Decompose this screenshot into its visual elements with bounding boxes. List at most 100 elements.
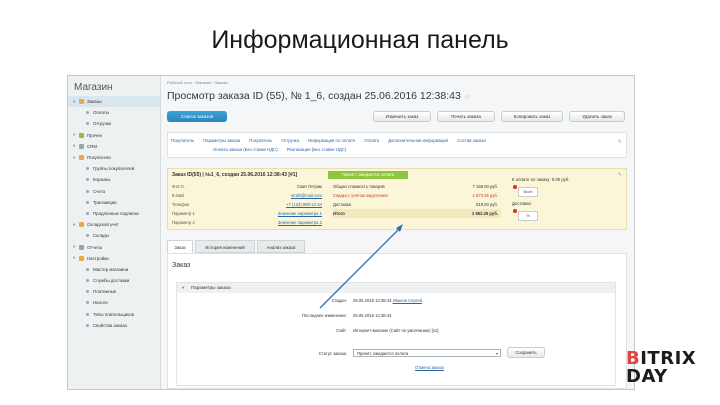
sidebar-item[interactable]: Отгрузки <box>68 118 160 129</box>
section-link[interactable]: Оплата <box>364 138 379 143</box>
section-links: Покупатель Параметры заказа Покупатель Отгр… <box>167 132 627 158</box>
sidebar-item[interactable]: Платежные <box>68 286 160 297</box>
slide-title: Информационная панель <box>211 26 509 54</box>
cancel-order-link[interactable]: Отмена заказа <box>415 365 444 370</box>
section-links-row-1: Покупатель Параметры заказа Покупатель Отгр… <box>171 138 495 143</box>
reports-icon <box>79 244 84 250</box>
sidebar-item-label: Прочее <box>87 132 103 138</box>
alert-dot-icon <box>513 185 517 189</box>
star-icon[interactable]: ☆ <box>464 92 471 101</box>
order-info-heading: Заказ ID(55) | №1_6, создан 25.06.2016 1… <box>172 172 298 178</box>
tab-order[interactable]: Заказ <box>167 240 193 253</box>
section-link[interactable]: Дополнительная информация <box>388 138 448 143</box>
sidebar-item[interactable]: ▾ Прочее <box>68 130 160 141</box>
section-link[interactable]: Отгрузка <box>281 138 299 143</box>
sidebar-item[interactable]: Налоги <box>68 297 160 308</box>
customer-link[interactable]: +7 (123) 890-12-34 <box>286 202 322 207</box>
sidebar-item-label: Службы доставки <box>93 278 130 284</box>
sidebar-item-label: Счета <box>93 188 106 194</box>
alert-dot-icon <box>513 209 517 213</box>
edit-order-button[interactable]: Изменить заказ <box>373 111 431 122</box>
param-value: 25.06.2016 12:38:43 <box>353 313 392 318</box>
cart-icon <box>79 99 84 105</box>
print-order-button[interactable]: Печать заказа <box>437 111 495 122</box>
orders-list-button[interactable]: Список заказов <box>167 111 227 122</box>
creator-link[interactable]: Иванов Сергей <box>393 298 422 303</box>
section-link[interactable]: Информация по оплате <box>308 138 355 143</box>
sidebar-item[interactable]: Оплаты <box>68 107 160 118</box>
sidebar-item[interactable]: Склады <box>68 230 160 241</box>
sidebar-title: Магазин <box>74 82 113 93</box>
warehouse-icon <box>79 222 84 228</box>
customer-link[interactable]: Значение параметра 2 <box>278 220 322 225</box>
order-pane-title: Заказ <box>172 262 191 269</box>
customer-row: E-Mail smith@mail.com <box>172 193 322 198</box>
section-link[interactable]: Оплата заказа (Без ставки НДС) <box>213 147 278 152</box>
totals-table: Общая стоимость товаров 7 158.00 руб. Скид… <box>333 182 501 218</box>
admin-sidebar: Магазин ▾ Заказы Оплаты Отгрузки ▾ Прочее ▾ CRM… <box>68 76 161 389</box>
sidebar-item[interactable]: Транзакции <box>68 197 160 208</box>
breadcrumb[interactable]: Рабочий стол › Магазин › Заказы <box>167 80 228 85</box>
bullet-icon <box>86 200 89 204</box>
sidebar-item-label: Платежные <box>93 289 117 295</box>
crm-icon <box>79 143 84 149</box>
bullet-icon <box>86 312 89 316</box>
tab-analysis[interactable]: Анализ заказа <box>257 240 305 253</box>
sidebar-item[interactable]: Корзины <box>68 174 160 185</box>
order-params-header[interactable]: ▾ Параметры заказа <box>177 283 615 293</box>
page-title-text: Просмотр заказа ID (55), № 1_6, создан 2… <box>167 90 461 102</box>
sidebar-item-label: Мастер магазина <box>93 266 129 272</box>
bullet-icon <box>86 290 89 294</box>
admin-screenshot: Магазин ▾ Заказы Оплаты Отгрузки ▾ Прочее ▾ CRM… <box>67 75 635 390</box>
status-select[interactable]: Принят, ожидается оплата ▾ <box>353 349 501 357</box>
bitrix-day-logo: BITRIX DAY <box>626 348 697 387</box>
copy-order-button[interactable]: Копировать заказ <box>501 111 563 122</box>
sidebar-item-label: Отчеты <box>87 244 103 250</box>
sidebar-item[interactable]: ▾ Отчеты <box>68 241 160 252</box>
collapse-icon[interactable]: ▾ <box>182 283 184 293</box>
pencil-icon[interactable]: ✎ <box>618 172 622 178</box>
sidebar-item[interactable]: Группы покупателей <box>68 163 160 174</box>
section-link[interactable]: Реализация (Без ставки НДС) <box>287 147 347 152</box>
sidebar-item-label: Налоги <box>93 300 108 306</box>
bullet-icon <box>86 279 89 283</box>
bullet-icon <box>86 189 89 193</box>
sidebar-item[interactable]: Службы доставки <box>68 275 160 286</box>
customer-link[interactable]: smith@mail.com <box>291 193 322 198</box>
sidebar-item-label: Настройки <box>87 255 109 261</box>
pencil-icon[interactable]: ✎ <box>618 139 622 145</box>
customer-link[interactable]: Значение параметра 1 <box>278 211 322 216</box>
bullet-icon <box>86 167 89 171</box>
save-button[interactable]: Сохранить <box>507 347 545 358</box>
section-link[interactable]: Покупатель <box>249 138 272 143</box>
order-params-box: ▾ Параметры заказа Создан: 25.06.2016 12:… <box>176 282 616 386</box>
order-pane: Заказ ▾ Параметры заказа Создан: 25.06.20… <box>167 253 627 389</box>
sidebar-item[interactable]: ▾ Покупатели <box>68 152 160 163</box>
bullet-icon <box>86 234 89 238</box>
sidebar-item[interactable]: ▾ Настройки <box>68 253 160 264</box>
page-title: Просмотр заказа ID (55), № 1_6, создан 2… <box>167 90 471 102</box>
sidebar-item[interactable]: Свойства заказа <box>68 320 160 331</box>
sidebar-item[interactable]: Типы плательщиков <box>68 309 160 320</box>
sidebar-item[interactable]: ▾ Заказы <box>68 96 160 108</box>
section-link[interactable]: Состав заказа <box>457 138 485 143</box>
sidebar-item-label: Типы плательщиков <box>93 311 134 317</box>
status-badge: Принят, ожидается оплата <box>328 171 408 179</box>
sidebar-item[interactable]: ▾ CRM <box>68 141 160 152</box>
sidebar-item[interactable]: Счета <box>68 186 160 197</box>
folder-icon <box>79 132 84 138</box>
sidebar-item[interactable]: Мастер магазина <box>68 264 160 275</box>
param-value: 25.06.2016 12:38:43 Иванов Сергей <box>353 298 422 303</box>
customer-row: Параметр 1 Значение параметра 1 <box>172 211 322 216</box>
section-link[interactable]: Покупатель <box>171 138 194 143</box>
totals-row: Общая стоимость товаров 7 158.00 руб. <box>333 184 498 189</box>
section-link[interactable]: Параметры заказа <box>203 138 240 143</box>
users-icon <box>79 155 84 161</box>
sidebar-item[interactable]: Продленные подписки <box>68 208 160 219</box>
sidebar-item-label: CRM <box>87 143 97 149</box>
chevron-down-icon: ▾ <box>495 351 498 356</box>
tab-history[interactable]: История изменений <box>195 240 255 253</box>
sidebar-item[interactable]: ▾ Складской учет <box>68 219 160 230</box>
delete-order-button[interactable]: Удалить заказ <box>569 111 625 122</box>
sidebar-item-label: Покупатели <box>87 155 111 161</box>
